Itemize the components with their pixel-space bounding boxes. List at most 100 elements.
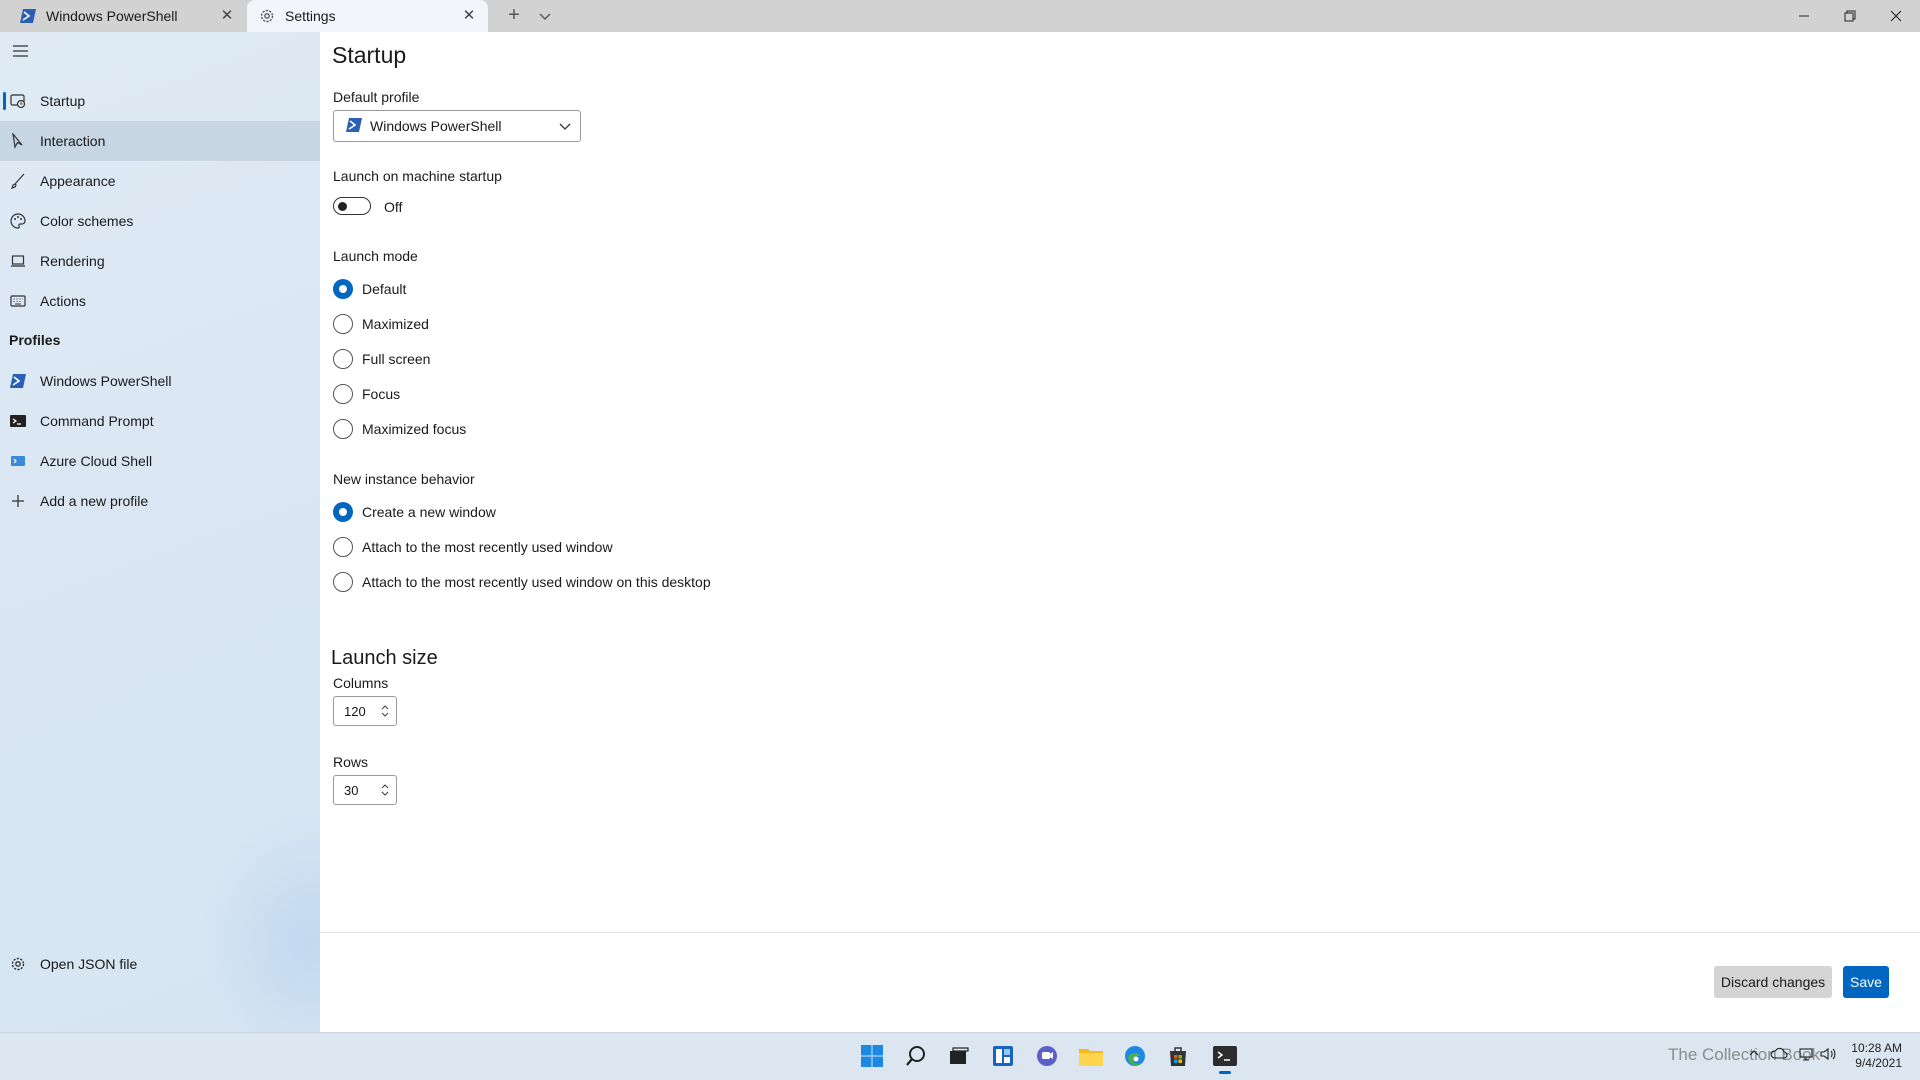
chevron-down-icon[interactable] [536,7,554,25]
startup-icon [10,93,26,109]
dropdown-value: Windows PowerShell [370,118,502,134]
new-tab-plus-icon[interactable]: + [503,5,525,27]
launch-size-title: Launch size [331,647,438,669]
plus-icon [10,493,26,509]
new-instance-behavior-label: New instance behavior [333,471,475,487]
tab-bar: Windows PowerShell ✕ Settings ✕ + [0,0,1920,32]
sidebar-item-rendering[interactable]: Rendering [0,241,320,281]
chevron-down-icon [558,119,572,133]
sidebar-item-label: Interaction [40,133,106,149]
close-icon[interactable]: ✕ [460,7,478,25]
default-profile-label: Default profile [333,89,420,105]
sidebar-item-profile-windows-powershell[interactable]: Windows PowerShell [0,361,320,401]
powershell-icon [20,8,36,24]
rows-number-input[interactable]: 30 [333,775,397,805]
radio-button-checked[interactable] [333,502,353,522]
columns-label: Columns [333,675,389,691]
cmd-icon [10,413,26,429]
hamburger-menu-icon[interactable] [12,44,30,58]
spin-arrows-icon[interactable] [380,703,390,719]
settings-page: Startup Default profile Windows PowerShe… [320,32,1920,1032]
sidebar: Startup Interaction Appearance Color sch… [0,32,420,1072]
cloud-icon[interactable] [1770,1047,1788,1062]
radio-label: Create a new window [362,504,496,520]
sidebar-item-label: Add a new profile [40,493,149,509]
radio-button-checked[interactable] [333,279,353,299]
windows-start-icon[interactable] [857,1041,887,1071]
sidebar-item-actions[interactable]: Actions [0,281,320,321]
radio-label: Maximized focus [362,421,467,437]
powershell-icon [346,118,362,134]
store-icon[interactable] [1163,1041,1193,1071]
toggle-state-label: Off [384,199,403,215]
sidebar-item-label: Actions [40,293,86,309]
widgets-icon[interactable] [988,1041,1018,1071]
tab-settings[interactable]: Settings ✕ [247,0,488,32]
default-profile-dropdown[interactable]: Windows PowerShell [333,110,581,142]
radio-launch-mode-maximized[interactable]: Maximized [333,313,429,335]
tab-label: Windows PowerShell [46,8,178,24]
search-icon[interactable] [901,1041,931,1071]
sidebar-item-label: Open JSON file [40,956,138,972]
radio-button[interactable] [333,349,353,369]
sidebar-item-label: Azure Cloud Shell [40,453,153,469]
sidebar-item-label: Color schemes [40,213,134,229]
powershell-icon [10,373,26,389]
radio-launch-mode-focus[interactable]: Focus [333,383,400,405]
sidebar-item-profile-azure-cloud-shell[interactable]: Azure Cloud Shell [0,441,320,481]
sidebar-item-profile-command-prompt[interactable]: Command Prompt [0,401,320,441]
rows-label: Rows [333,754,369,770]
spin-arrows-icon[interactable] [380,782,390,798]
add-new-profile-button[interactable]: Add a new profile [0,481,320,521]
file-explorer-icon[interactable] [1076,1041,1106,1071]
save-button[interactable]: Save [1843,966,1889,998]
radio-button[interactable] [333,572,353,592]
close-icon[interactable]: ✕ [218,7,236,25]
sidebar-item-appearance[interactable]: Appearance [0,161,320,201]
sidebar-item-label: Rendering [40,253,105,269]
toggle-knob [338,201,347,211]
radio-button[interactable] [333,384,353,404]
radio-button[interactable] [333,314,353,334]
clock-time: 10:28 AM [1851,1041,1902,1055]
launch-on-startup-toggle[interactable] [333,197,371,215]
radio-launch-mode-default[interactable]: Default [333,278,406,300]
discard-changes-button[interactable]: Discard changes [1714,966,1832,998]
chat-icon[interactable] [1032,1041,1062,1071]
sidebar-item-interaction[interactable]: Interaction [0,121,320,161]
taskbar-clock[interactable]: 10:28 AM 9/4/2021 [1851,1041,1902,1071]
cursor-icon [10,133,26,149]
launch-mode-label: Launch mode [333,248,418,264]
restore-icon[interactable] [1827,0,1873,32]
sidebar-item-color-schemes[interactable]: Color schemes [0,201,320,241]
sidebar-item-startup[interactable]: Startup [0,81,320,121]
sidebar-item-label: Command Prompt [40,413,154,429]
radio-new-instance-attach-recent-desktop[interactable]: Attach to the most recently used window … [333,571,711,593]
keyboard-icon [10,293,26,309]
edge-browser-icon[interactable] [1120,1041,1150,1071]
radio-launch-mode-maximized-focus[interactable]: Maximized focus [333,418,466,440]
volume-icon[interactable] [1820,1047,1836,1064]
columns-number-input[interactable]: 120 [333,696,397,726]
radio-label: Attach to the most recently used window [362,539,613,555]
radio-new-instance-attach-recent[interactable]: Attach to the most recently used window [333,536,613,558]
open-json-file-button[interactable]: Open JSON file [0,944,320,984]
chevron-up-icon[interactable] [1748,1047,1760,1062]
clock-date: 9/4/2021 [1855,1056,1902,1070]
terminal-icon[interactable] [1210,1041,1240,1074]
number-value: 120 [344,703,366,719]
network-icon[interactable] [1798,1047,1814,1064]
palette-icon [10,213,26,229]
sidebar-item-label: Startup [40,93,86,109]
minimize-icon[interactable] [1781,0,1827,32]
tab-windows-powershell[interactable]: Windows PowerShell ✕ [0,0,246,32]
radio-button[interactable] [333,537,353,557]
page-title: Startup [332,42,407,68]
task-view-icon[interactable] [944,1041,974,1071]
radio-button[interactable] [333,419,353,439]
radio-launch-mode-full-screen[interactable]: Full screen [333,348,430,370]
close-window-icon[interactable] [1873,0,1919,32]
gear-icon [259,8,275,24]
profiles-header: Profiles [9,332,61,348]
radio-new-instance-create-window[interactable]: Create a new window [333,501,496,523]
